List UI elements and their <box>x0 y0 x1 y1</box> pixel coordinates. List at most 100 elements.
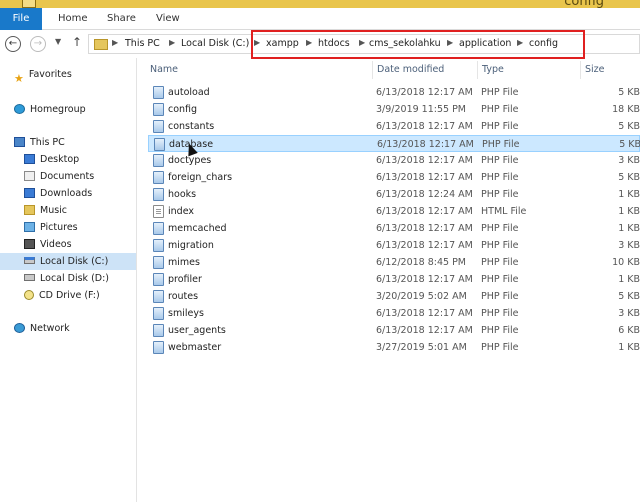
sidebar-item-documents[interactable]: Documents <box>24 168 94 185</box>
pane-divider[interactable] <box>136 58 137 502</box>
sidebar-item-label: Documents <box>40 171 95 182</box>
breadcrumb-separator[interactable]: ▶ <box>112 38 118 47</box>
sidebar-item-pictures[interactable]: Pictures <box>24 219 78 236</box>
html-file-icon <box>153 205 164 218</box>
star-icon: ★ <box>14 71 24 85</box>
file-size: 1 KB <box>618 274 640 285</box>
up-arrow-icon[interactable]: ↑ <box>72 35 82 49</box>
column-divider[interactable] <box>372 61 373 79</box>
column-header-name[interactable]: Name <box>150 64 178 75</box>
column-divider[interactable] <box>477 61 478 79</box>
quick-access-icon[interactable] <box>22 0 36 8</box>
file-row-selected[interactable]: database 6/13/2018 12:17 AM PHP File 5 KB <box>148 135 640 152</box>
tab-view[interactable]: View <box>150 8 186 30</box>
file-row[interactable]: memcached 6/13/2018 12:17 AM PHP File 1 KB <box>148 220 640 237</box>
file-row[interactable]: user_agents 6/13/2018 12:17 AM PHP File 6 K… <box>148 322 640 339</box>
tab-home[interactable]: Home <box>52 8 94 30</box>
file-name: autoload <box>168 87 210 98</box>
network-icon <box>14 322 25 333</box>
sidebar-item-homegroup[interactable]: Homegroup <box>14 101 86 118</box>
file-date: 6/13/2018 12:17 AM <box>376 308 473 319</box>
file-type: PHP File <box>482 139 520 150</box>
file-row[interactable]: migration 6/13/2018 12:17 AM PHP File 3 KB <box>148 237 640 254</box>
breadcrumb-separator[interactable]: ▶ <box>169 38 175 47</box>
file-size: 1 KB <box>618 189 640 200</box>
file-name: memcached <box>168 223 227 234</box>
file-row[interactable]: routes 3/20/2019 5:02 AM PHP File 5 KB <box>148 288 640 305</box>
sidebar-item-downloads[interactable]: Downloads <box>24 185 92 202</box>
file-date: 6/13/2018 12:17 AM <box>376 274 473 285</box>
sidebar-item-local-disk-c[interactable]: Local Disk (C:) <box>0 253 136 270</box>
file-date: 6/13/2018 12:17 AM <box>376 206 473 217</box>
sidebar-item-music[interactable]: Music <box>24 202 67 219</box>
file-row[interactable]: smileys 6/13/2018 12:17 AM PHP File 3 KB <box>148 305 640 322</box>
file-name: routes <box>168 291 199 302</box>
column-divider[interactable] <box>580 61 581 79</box>
sidebar-item-label: CD Drive (F:) <box>39 290 100 301</box>
sidebar-item-label: Network <box>30 323 70 334</box>
file-date: 3/27/2019 5:01 AM <box>376 342 467 353</box>
documents-icon <box>24 170 35 181</box>
sidebar-item-desktop[interactable]: Desktop <box>24 151 79 168</box>
file-row[interactable]: doctypes 6/13/2018 12:17 AM PHP File 3 KB <box>148 152 640 169</box>
file-name: database <box>169 139 214 150</box>
sidebar-item-label: Music <box>40 205 68 216</box>
recent-locations-chevron-icon[interactable]: ▼ <box>55 37 61 46</box>
sidebar-item-network[interactable]: Network <box>14 320 70 337</box>
file-type: PHP File <box>481 155 519 166</box>
file-size: 1 KB <box>618 223 640 234</box>
tab-file[interactable]: File <box>0 8 42 30</box>
file-type: PHP File <box>481 342 519 353</box>
sidebar-item-this-pc[interactable]: This PC <box>14 134 65 151</box>
file-date: 6/13/2018 12:17 AM <box>376 155 473 166</box>
file-size: 3 KB <box>618 240 640 251</box>
file-row[interactable]: webmaster 3/27/2019 5:01 AM PHP File 1 KB <box>148 339 640 356</box>
navigation-pane: ★ Favorites Homegroup This PC Desktop Doc… <box>0 58 136 502</box>
file-size: 10 KB <box>612 257 640 268</box>
file-row[interactable]: hooks 6/13/2018 12:24 AM PHP File 1 KB <box>148 186 640 203</box>
file-row[interactable]: foreign_chars 6/13/2018 12:17 AM PHP File 5… <box>148 169 640 186</box>
column-header-size[interactable]: Size <box>585 64 605 75</box>
file-row[interactable]: index 6/13/2018 12:17 AM HTML File 1 KB <box>148 203 640 220</box>
file-date: 6/13/2018 12:17 AM <box>376 87 473 98</box>
sidebar-item-label: Local Disk (C:) <box>40 256 109 267</box>
pictures-icon <box>24 221 35 232</box>
music-icon <box>24 204 35 215</box>
file-name: mimes <box>168 257 200 268</box>
hard-drive-icon <box>24 274 35 281</box>
back-arrow-icon[interactable]: ← <box>5 36 21 52</box>
forward-arrow-icon[interactable]: → <box>30 36 46 52</box>
file-type: PHP File <box>481 257 519 268</box>
file-row[interactable]: autoload 6/13/2018 12:17 AM PHP File 5 KB <box>148 84 640 101</box>
tab-share[interactable]: Share <box>101 8 142 30</box>
column-header-type[interactable]: Type <box>482 64 504 75</box>
sidebar-item-videos[interactable]: Videos <box>24 236 72 253</box>
file-date: 3/20/2019 5:02 AM <box>376 291 467 302</box>
php-file-icon <box>153 307 164 320</box>
file-row[interactable]: profiler 6/13/2018 12:17 AM PHP File 1 KB <box>148 271 640 288</box>
sidebar-item-label: Videos <box>40 239 72 250</box>
hard-drive-icon <box>24 257 35 264</box>
file-date: 6/13/2018 12:17 AM <box>376 172 473 183</box>
file-name: profiler <box>168 274 202 285</box>
php-file-icon <box>153 273 164 286</box>
column-header-date-modified[interactable]: Date modified <box>377 64 444 75</box>
php-file-icon <box>154 138 165 151</box>
sidebar-item-cd-drive-f[interactable]: CD Drive (F:) <box>24 287 100 304</box>
file-row[interactable]: config 3/9/2019 11:55 PM PHP File 18 KB <box>148 101 640 118</box>
file-date: 3/9/2019 11:55 PM <box>376 104 467 115</box>
sidebar-item-favorites[interactable]: ★ Favorites <box>14 66 72 85</box>
folder-icon <box>94 39 108 50</box>
file-name: index <box>168 206 194 217</box>
file-size: 5 KB <box>618 121 640 132</box>
file-name: foreign_chars <box>168 172 233 183</box>
file-type: PHP File <box>481 325 519 336</box>
breadcrumb-this-pc[interactable]: This PC <box>125 38 160 49</box>
file-size: 6 KB <box>618 325 640 336</box>
file-row[interactable]: constants 6/13/2018 12:17 AM PHP File 5 KB <box>148 118 640 135</box>
php-file-icon <box>153 120 164 133</box>
sidebar-item-local-disk-d[interactable]: Local Disk (D:) <box>24 270 109 287</box>
breadcrumb-local-disk[interactable]: Local Disk (C:) <box>181 38 249 49</box>
file-row[interactable]: mimes 6/12/2018 8:45 PM PHP File 10 KB <box>148 254 640 271</box>
file-size: 5 KB <box>618 291 640 302</box>
